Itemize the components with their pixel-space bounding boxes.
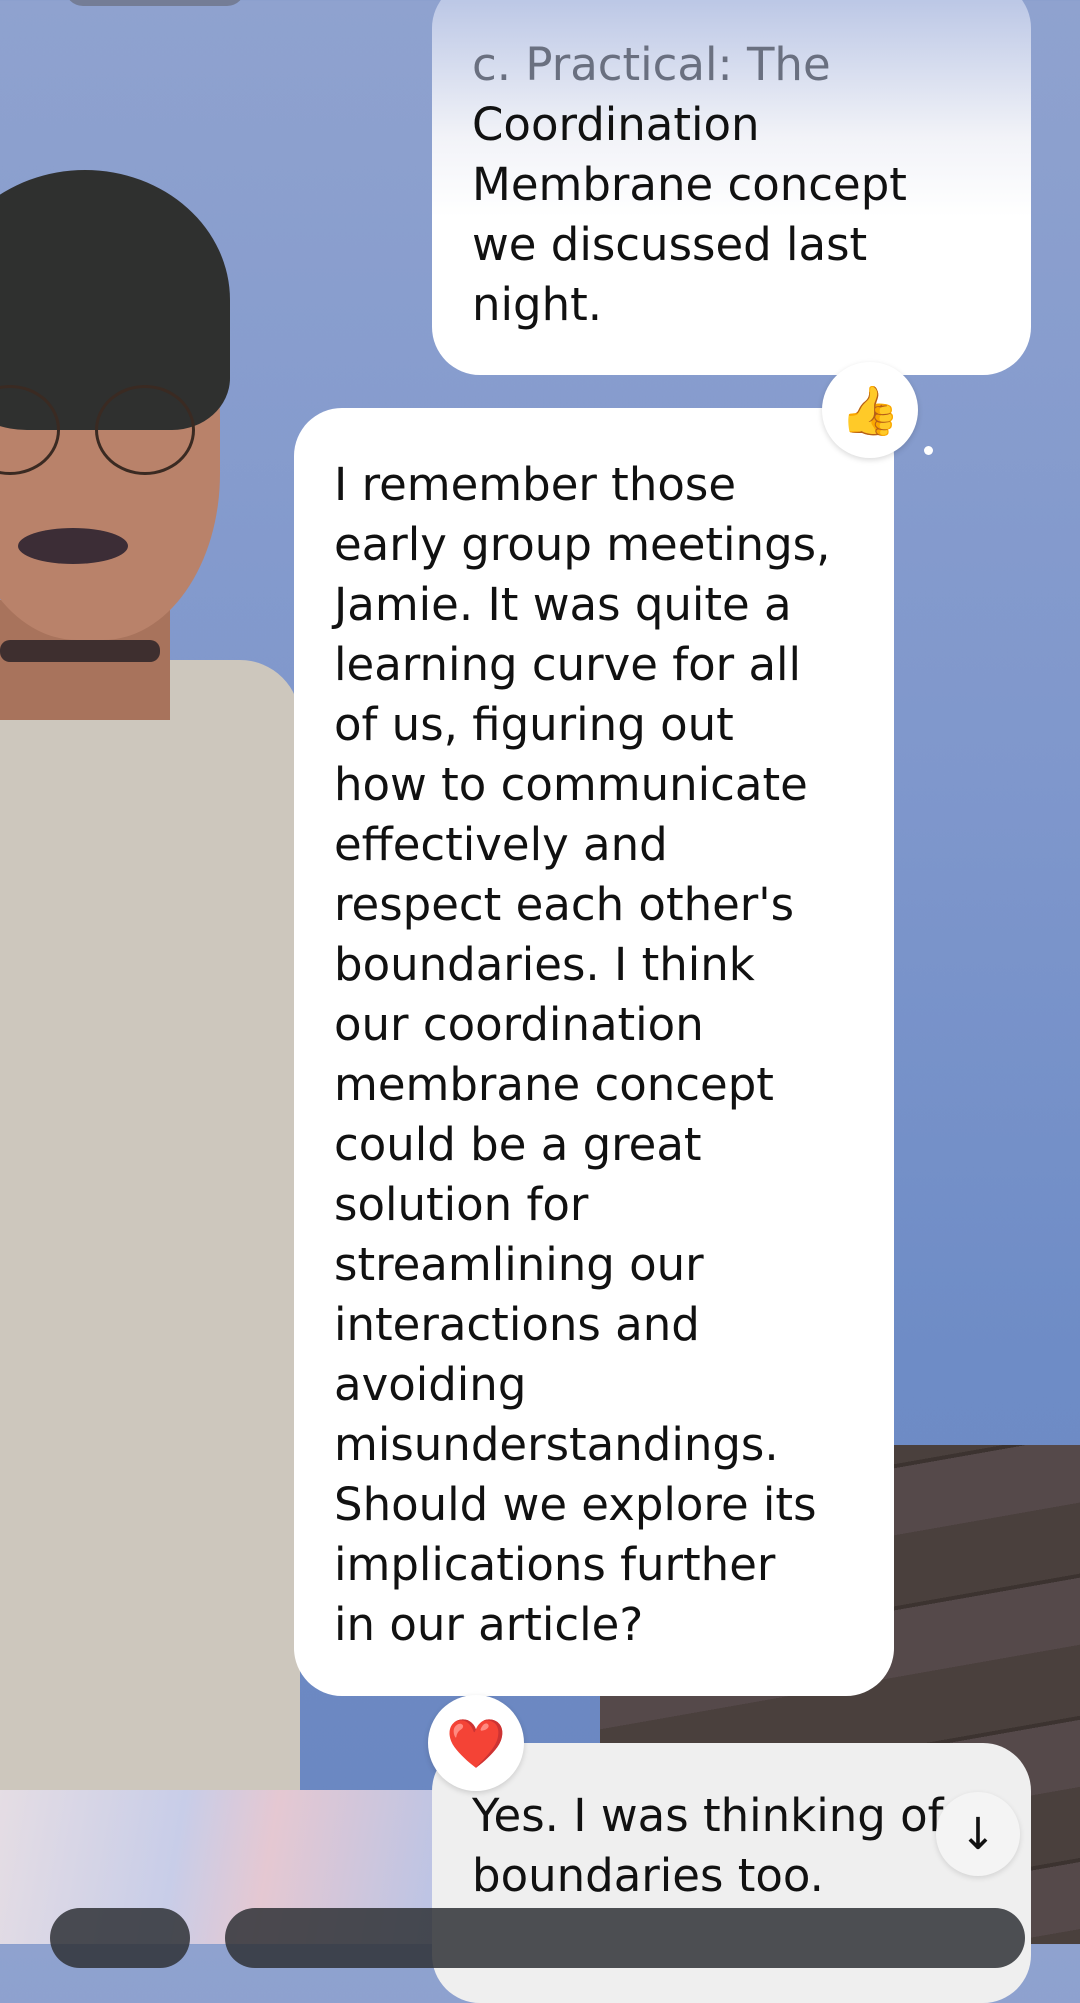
- message-line: membrane concept: [334, 1058, 774, 1111]
- message-line: solution for: [334, 1178, 589, 1231]
- message-line: I remember those: [334, 458, 737, 511]
- scroll-down-button[interactable]: ↓: [936, 1792, 1020, 1876]
- message-line: misunderstandings.: [334, 1418, 779, 1471]
- message-line: how to communicate: [334, 758, 808, 811]
- character-message: I remember those early group meetings, Jam…: [294, 408, 894, 1696]
- top-pill[interactable]: [65, 0, 245, 6]
- message-line: effectively and: [334, 818, 668, 871]
- message-line: streamlining our: [334, 1238, 704, 1291]
- message-line: in our article?: [334, 1598, 644, 1651]
- thumbs-up-reaction-icon[interactable]: 👍: [822, 362, 918, 458]
- message-line: could be a great: [334, 1118, 702, 1171]
- message-line: Yes. I was thinking of: [472, 1789, 944, 1842]
- message-line: implications further: [334, 1538, 776, 1591]
- message-line: early group meetings,: [334, 518, 831, 571]
- message-line: Jamie. It was quite a: [334, 578, 792, 631]
- message-line: Coordination: [472, 98, 760, 151]
- heart-reaction-icon[interactable]: ❤️: [428, 1695, 524, 1791]
- message-line: avoiding: [334, 1358, 527, 1411]
- message-line: we discussed last: [472, 218, 868, 271]
- message-line: boundaries too.: [472, 1849, 824, 1902]
- bottom-toolbar: [0, 1908, 1080, 1968]
- message-line: c. Practical: The: [472, 38, 831, 91]
- message-line: interactions and: [334, 1298, 700, 1351]
- message-line: Should we explore its: [334, 1478, 817, 1531]
- message-line: respect each other's: [334, 878, 795, 931]
- message-input[interactable]: [225, 1908, 1025, 1968]
- message-line: our coordination: [334, 998, 704, 1051]
- character-avatar: [0, 0, 300, 1944]
- bottom-button[interactable]: [50, 1908, 190, 1968]
- user-message: c. Practical: The Coordination Membrane …: [432, 0, 1031, 375]
- message-line: night.: [472, 278, 603, 331]
- reaction-dot: [924, 446, 933, 455]
- message-line: boundaries. I think: [334, 938, 755, 991]
- message-line: learning curve for all: [334, 638, 802, 691]
- message-line: Membrane concept: [472, 158, 907, 211]
- message-line: of us, figuring out: [334, 698, 734, 751]
